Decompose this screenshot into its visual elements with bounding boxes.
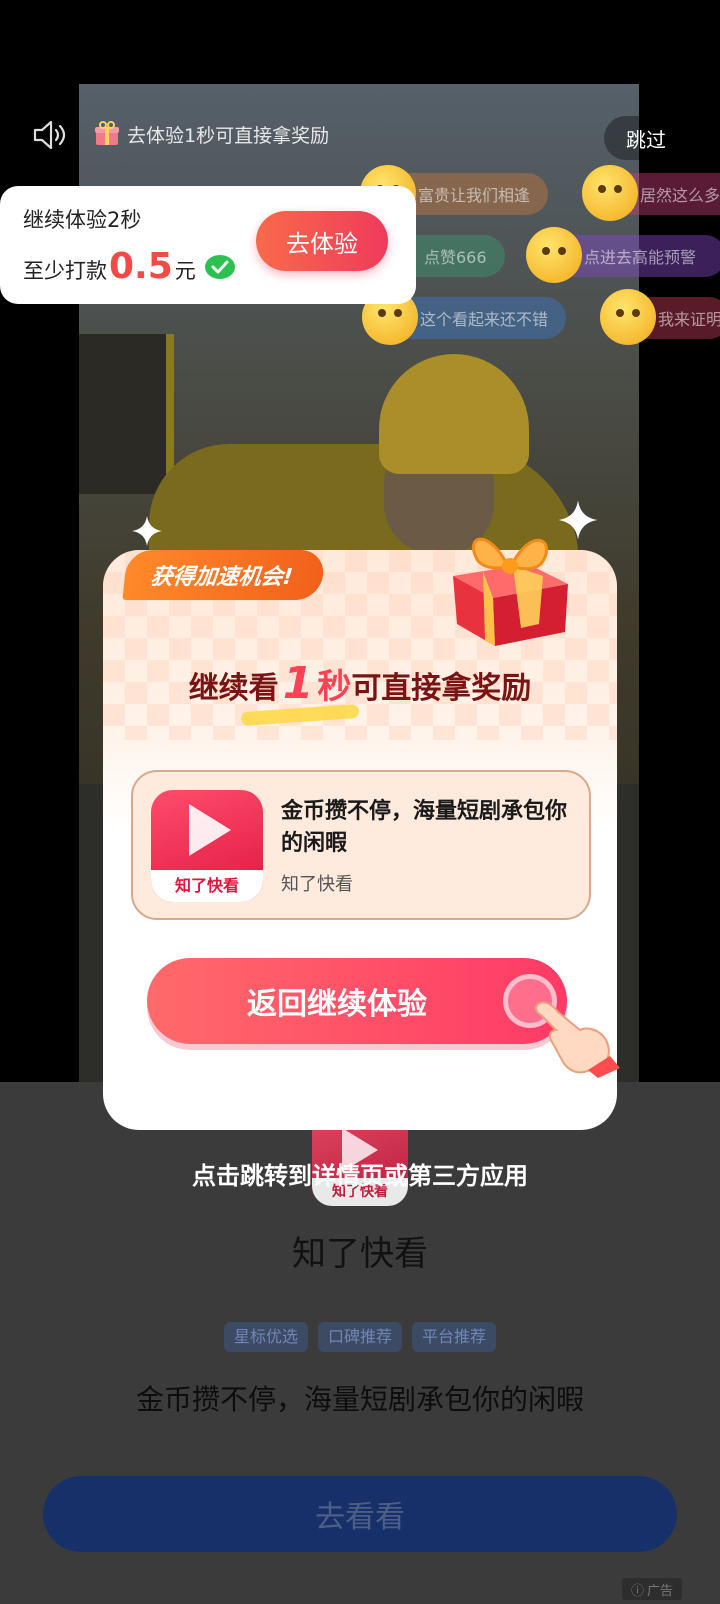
reward-amount-line: 至少打款 0.5 元 — [23, 246, 236, 287]
sparkle-icon — [132, 516, 162, 546]
reward-prefix: 至少打款 — [23, 259, 107, 283]
return-button-label: 返回继续体验 — [247, 987, 427, 1022]
dialog-headline: 继续看1 秒可直接拿奖励 — [103, 658, 617, 709]
gift-box-icon — [453, 537, 568, 646]
app-icon-label: 知了快看 — [151, 870, 263, 902]
reward-unit: 元 — [174, 259, 196, 283]
headline-suffix: 可直接拿奖励 — [351, 671, 532, 706]
wechat-pay-icon — [204, 254, 235, 279]
chance-badge: 获得加速机会! — [122, 550, 326, 600]
headline-number: 1 — [282, 658, 314, 709]
reward-card: 继续体验2秒 至少打款 0.5 元 去体验 — [0, 186, 416, 304]
reward-amount: 0.5 — [109, 246, 173, 287]
pointing-hand-icon — [534, 1001, 620, 1078]
play-icon — [189, 804, 231, 856]
go-experience-button[interactable]: 去体验 — [256, 211, 388, 271]
reward-countdown: 继续体验2秒 — [23, 208, 142, 232]
app-card[interactable]: 知了快看 金币攒不停，海量短剧承包你的闲暇 知了快看 — [131, 770, 591, 920]
return-continue-button[interactable]: 返回继续体验 — [147, 958, 567, 1044]
headline-seconds: 秒 — [317, 667, 352, 707]
redirect-hint: 点击跳转到详情页或第三方应用 — [192, 1162, 528, 1190]
app-name: 知了快看 — [281, 874, 353, 895]
app-description: 金币攒不停，海量短剧承包你的闲暇 — [281, 799, 568, 856]
headline-prefix: 继续看 — [188, 671, 279, 706]
app-icon: 知了快看 — [151, 790, 263, 902]
